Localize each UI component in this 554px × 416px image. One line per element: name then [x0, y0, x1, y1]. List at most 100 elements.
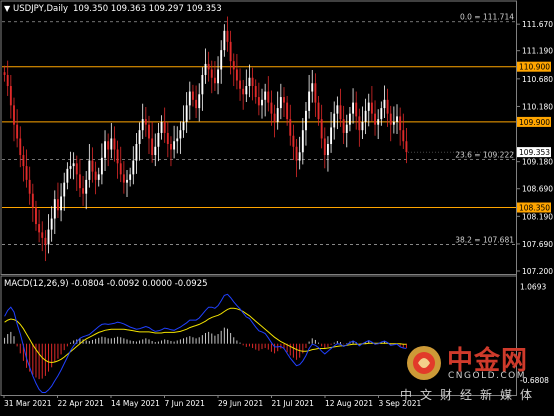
symbol-header: USDJPY,Daily [13, 4, 68, 14]
candle-body [333, 113, 336, 128]
level-price-label: 110.900 [519, 63, 550, 72]
watermark-domain: CNGOLD.COM [448, 371, 527, 381]
candle-body [342, 119, 345, 133]
candle-body [85, 179, 88, 194]
candle-body [270, 102, 273, 114]
candle-body [386, 99, 389, 114]
candle-body [367, 102, 370, 111]
candle-body [355, 102, 358, 117]
candle-body [100, 157, 103, 175]
candle-body [144, 119, 147, 125]
candle-body [132, 160, 135, 175]
candle-body [19, 138, 22, 156]
candle-body [204, 63, 207, 75]
candle-body [207, 63, 210, 70]
candle-body [3, 72, 6, 75]
candle-body [301, 130, 304, 153]
price-tick-label: 110.180 [522, 102, 553, 111]
candle-body [66, 168, 69, 183]
candle-body [279, 97, 282, 109]
candle-body [148, 124, 150, 139]
candle-body [273, 113, 276, 122]
candle-body [173, 141, 176, 150]
candle-body [13, 105, 15, 125]
fibo-label: 38.2 = 107.681 [455, 235, 514, 244]
candle-body [201, 74, 204, 95]
candle-body [135, 144, 138, 161]
candle-body [25, 166, 28, 180]
candle-body [107, 141, 110, 150]
date-tick-label: 22 Apr 2021 [58, 399, 105, 408]
candle-body [97, 174, 100, 180]
candle-body [57, 199, 59, 211]
candle-body [182, 121, 185, 131]
candle-body [91, 160, 94, 172]
candle-body [129, 174, 132, 180]
candle-body [396, 116, 398, 122]
candle-body [348, 113, 351, 125]
candle-body [188, 91, 191, 106]
candle-body [298, 152, 301, 161]
candle-body [352, 102, 354, 114]
candle-body [305, 110, 307, 131]
date-tick-label: 7 Jun 2021 [165, 399, 206, 408]
candle-body [78, 174, 81, 189]
candle-body [345, 124, 348, 133]
candle-body [88, 160, 91, 180]
macd-header: MACD(12,26,9) -0.0804 -0.0092 0.0000 -0.… [4, 279, 208, 289]
candle-body [72, 163, 75, 167]
candle-body [94, 171, 97, 180]
candle-body [179, 130, 182, 139]
price-tick-label: 111.670 [522, 20, 553, 29]
watermark-subtitle: 中文财经新媒体 [400, 388, 541, 402]
candle-body [213, 77, 216, 84]
candle-body [248, 77, 251, 87]
candle-body [336, 105, 339, 114]
candle-body [364, 110, 367, 122]
candle-body [289, 119, 292, 136]
price-tick-label: 110.680 [522, 75, 553, 84]
date-tick-label: 12 Aug 2021 [325, 399, 373, 408]
candle-body [292, 135, 295, 147]
candle-body [330, 127, 333, 144]
candle-body [317, 102, 320, 120]
candle-body [380, 108, 383, 120]
candle-body [374, 113, 376, 125]
symbol-dropdown-icon[interactable]: ▼ [4, 4, 11, 13]
current-price-label: 109.353 [519, 148, 550, 157]
candle-body [151, 138, 154, 156]
candle-body [232, 61, 235, 70]
fibo-label: 0.0 = 111.714 [460, 13, 514, 22]
price-tick-label: 107.690 [522, 240, 553, 249]
candle-body [370, 102, 373, 114]
fibo-label: 23.6 = 109.222 [455, 150, 514, 159]
candle-body [392, 121, 395, 125]
candle-body [75, 163, 78, 175]
candle-body [113, 138, 116, 150]
candle-body [38, 224, 41, 233]
candle-body [16, 124, 19, 139]
candle-body [157, 132, 160, 147]
candle-body [402, 130, 405, 142]
candle-body [110, 138, 113, 150]
candle-body [389, 113, 392, 125]
candle-body [6, 74, 9, 87]
candle-body [192, 91, 194, 100]
candle-body [339, 105, 342, 120]
candle-body [229, 41, 232, 62]
candle-body [245, 86, 248, 95]
date-tick-label: 29 Jun 2021 [218, 399, 263, 408]
candle-body [166, 132, 169, 144]
candle-body [35, 207, 37, 225]
candle-body [217, 69, 219, 84]
candle-body [283, 97, 285, 103]
candle-body [377, 119, 380, 125]
candle-body [119, 163, 122, 175]
candle-body [226, 30, 229, 42]
candle-body [126, 179, 128, 183]
candle-body [22, 155, 25, 167]
candle-body [261, 99, 263, 106]
candle-body [185, 105, 188, 122]
candle-body [286, 102, 289, 120]
candle-body [235, 69, 238, 81]
